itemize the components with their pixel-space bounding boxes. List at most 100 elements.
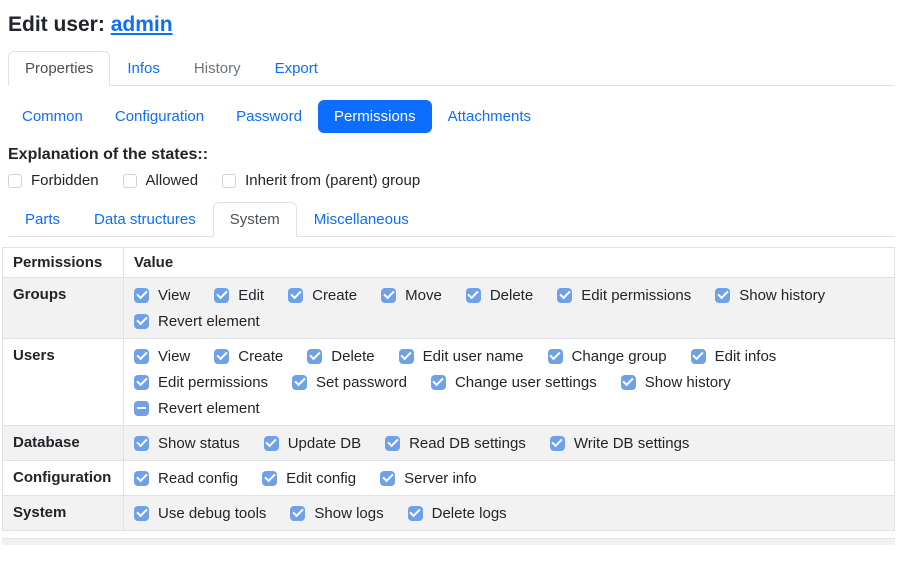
checkbox-icon[interactable] — [264, 436, 279, 451]
checkbox-icon[interactable] — [715, 288, 730, 303]
sub-tab[interactable]: Password — [220, 100, 318, 133]
checkbox-icon[interactable] — [380, 471, 395, 486]
checkbox-icon[interactable] — [134, 314, 149, 329]
permission-checkbox-item[interactable]: Revert element — [134, 395, 260, 421]
checkbox-icon[interactable] — [123, 174, 137, 188]
permission-checkbox-item[interactable]: Edit config — [262, 465, 356, 491]
section-tab[interactable]: System — [213, 202, 297, 237]
permission-checkbox-item[interactable]: Edit permissions — [557, 282, 691, 308]
permission-list: View Edit Create Move — [134, 282, 884, 334]
checkbox-icon[interactable] — [550, 436, 565, 451]
legend-item-label: Forbidden — [31, 172, 99, 189]
permission-checkbox-item[interactable]: Update DB — [264, 430, 361, 456]
permission-checkbox-item[interactable]: Read DB settings — [385, 430, 526, 456]
checkbox-icon[interactable] — [307, 349, 322, 364]
permission-checkbox-item[interactable]: Show status — [134, 430, 240, 456]
permission-checkbox-item[interactable]: Read config — [134, 465, 238, 491]
checkbox-icon[interactable] — [134, 471, 149, 486]
permission-checkbox-item[interactable]: Delete logs — [408, 500, 507, 526]
sub-tab[interactable]: Permissions — [318, 100, 432, 133]
permission-checkbox-item[interactable]: Delete — [466, 282, 533, 308]
row-category: Groups — [3, 278, 124, 339]
sub-tab[interactable]: Common — [6, 100, 99, 133]
permission-label: Change user settings — [455, 374, 597, 391]
permission-checkbox-item[interactable]: View — [134, 282, 190, 308]
permission-checkbox-item[interactable]: Move — [381, 282, 442, 308]
permission-checkbox-item[interactable]: View — [134, 343, 190, 369]
checkbox-icon[interactable] — [408, 506, 423, 521]
permission-checkbox-item[interactable]: Create — [288, 282, 357, 308]
permission-checkbox-item[interactable]: Edit — [214, 282, 264, 308]
permission-checkbox-item[interactable]: Write DB settings — [550, 430, 690, 456]
permission-checkbox-item[interactable]: Delete — [307, 343, 374, 369]
permission-checkbox-item[interactable]: Server info — [380, 465, 477, 491]
checkbox-icon[interactable] — [381, 288, 396, 303]
permission-label: Delete — [331, 348, 374, 365]
permission-checkbox-item[interactable]: Show logs — [290, 500, 383, 526]
legend-checkbox-item[interactable]: Forbidden — [8, 172, 99, 189]
edited-user-link[interactable]: admin — [111, 13, 173, 36]
permission-checkbox-item[interactable]: Edit permissions — [134, 369, 268, 395]
permission-checkbox-item[interactable]: Edit user name — [399, 343, 524, 369]
checkbox-icon[interactable] — [262, 471, 277, 486]
checkbox-icon[interactable] — [222, 174, 236, 188]
checkbox-icon[interactable] — [134, 506, 149, 521]
checkbox-icon[interactable] — [134, 349, 149, 364]
checkbox-icon[interactable] — [292, 375, 307, 390]
permission-label: Edit config — [286, 470, 356, 487]
checkbox-icon[interactable] — [8, 174, 22, 188]
checkbox-icon[interactable] — [691, 349, 706, 364]
table-row-groups: Groups View Edit Create — [3, 278, 895, 339]
main-tab[interactable]: History — [177, 51, 258, 86]
permission-label: Update DB — [288, 435, 361, 452]
legend-checkbox-item[interactable]: Allowed — [123, 172, 199, 189]
checkbox-icon[interactable] — [621, 375, 636, 390]
permission-label: Move — [405, 287, 442, 304]
permissions-table: Permissions Value Groups View Edit — [2, 247, 895, 531]
permission-label: Edit — [238, 287, 264, 304]
permission-checkbox-item[interactable]: Create — [214, 343, 283, 369]
checkbox-icon[interactable] — [385, 436, 400, 451]
checkbox-icon[interactable] — [214, 349, 229, 364]
permission-checkbox-item[interactable]: Show history — [715, 282, 825, 308]
checkbox-icon[interactable] — [134, 436, 149, 451]
permission-checkbox-item[interactable]: Set password — [292, 369, 407, 395]
permission-label: View — [158, 287, 190, 304]
legend-row: Forbidden Allowed Inherit from (parent) … — [8, 172, 906, 189]
row-category: Configuration — [3, 461, 124, 496]
table-row-database: Database Show status Update DB — [3, 426, 895, 461]
checkbox-icon[interactable] — [399, 349, 414, 364]
permission-checkbox-item[interactable]: Revert element — [134, 308, 260, 334]
permission-checkbox-item[interactable]: Use debug tools — [134, 500, 266, 526]
checkbox-icon[interactable] — [431, 375, 446, 390]
section-tab[interactable]: Parts — [8, 202, 77, 237]
checkbox-icon[interactable] — [214, 288, 229, 303]
permission-checkbox-item[interactable]: Change group — [548, 343, 667, 369]
permission-label: Revert element — [158, 400, 260, 417]
permission-checkbox-item[interactable]: Edit infos — [691, 343, 777, 369]
checkbox-icon[interactable] — [134, 401, 149, 416]
checkbox-icon[interactable] — [557, 288, 572, 303]
section-tab[interactable]: Data structures — [77, 202, 213, 237]
section-tab[interactable]: Miscellaneous — [297, 202, 426, 237]
legend-checkbox-item[interactable]: Inherit from (parent) group — [222, 172, 420, 189]
checkbox-icon[interactable] — [134, 288, 149, 303]
main-tab[interactable]: Properties — [8, 51, 110, 86]
main-tab[interactable]: Export — [258, 51, 335, 86]
table-header-row: Permissions Value — [3, 248, 895, 278]
permission-label: Show logs — [314, 505, 383, 522]
checkbox-icon[interactable] — [466, 288, 481, 303]
checkbox-icon[interactable] — [548, 349, 563, 364]
permission-checkbox-item[interactable]: Change user settings — [431, 369, 597, 395]
sub-tab[interactable]: Configuration — [99, 100, 220, 133]
permission-checkbox-item[interactable]: Show history — [621, 369, 731, 395]
checkbox-icon[interactable] — [290, 506, 305, 521]
checkbox-icon[interactable] — [134, 375, 149, 390]
main-tab[interactable]: Infos — [110, 51, 177, 86]
permission-label: Show history — [645, 374, 731, 391]
sub-tab[interactable]: Attachments — [432, 100, 547, 133]
section-tabs: Parts Data structures System Miscellaneo… — [8, 202, 895, 237]
main-tabs: Properties Infos History Export — [8, 51, 895, 86]
permission-label: Create — [238, 348, 283, 365]
checkbox-icon[interactable] — [288, 288, 303, 303]
